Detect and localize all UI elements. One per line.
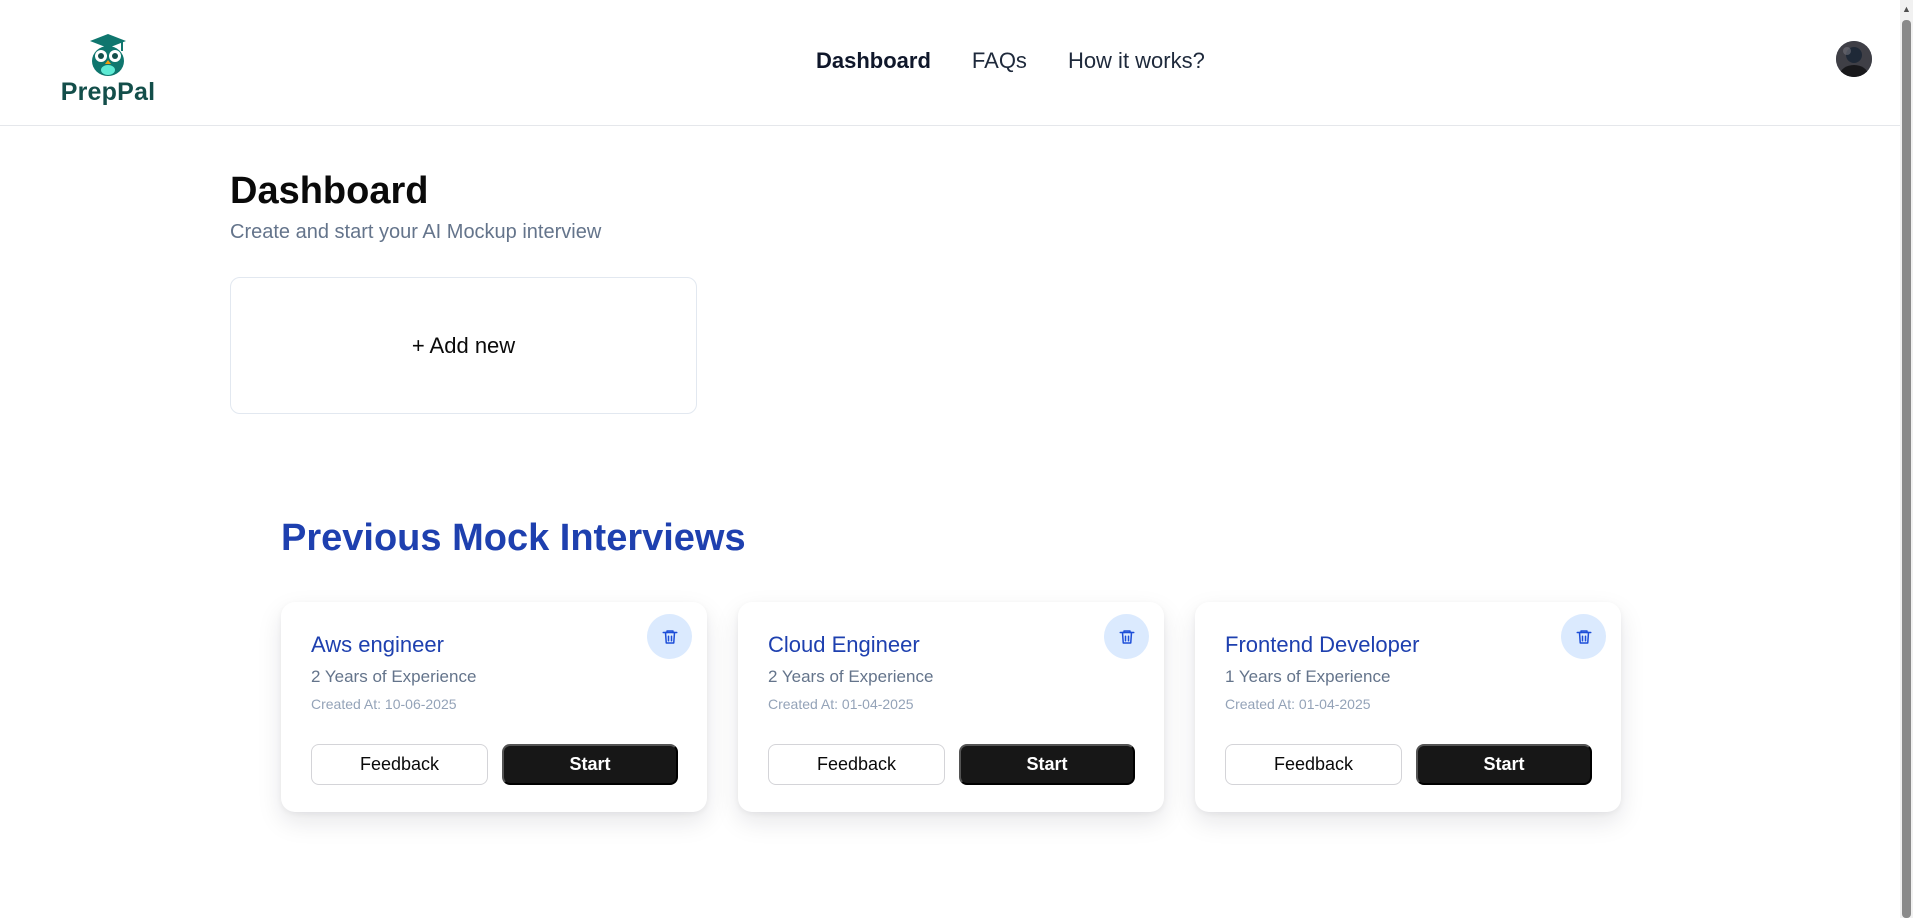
interview-title: Frontend Developer: [1225, 632, 1420, 657]
start-button[interactable]: Start: [502, 744, 678, 785]
scrollbar-thumb[interactable]: [1902, 20, 1911, 918]
nav-how-it-works[interactable]: How it works?: [1068, 48, 1205, 74]
delete-interview-button[interactable]: [1561, 614, 1606, 659]
page-subtitle: Create and start your AI Mockup intervie…: [230, 221, 602, 243]
interview-card: Frontend Developer 1 Years of Experience…: [1195, 602, 1621, 812]
interview-card: Aws engineer 2 Years of Experience Creat…: [281, 602, 707, 812]
start-button[interactable]: Start: [1416, 744, 1592, 785]
scroll-up-arrow-icon[interactable]: ▲: [1900, 2, 1913, 16]
interview-card: Cloud Engineer 2 Years of Experience Cre…: [738, 602, 1164, 812]
trash-icon: [1576, 629, 1591, 644]
feedback-button[interactable]: Feedback: [768, 744, 945, 785]
logo-text: PrepPal: [60, 78, 156, 106]
nav-dashboard[interactable]: Dashboard: [816, 48, 931, 74]
delete-interview-button[interactable]: [647, 614, 692, 659]
interview-experience: 1 Years of Experience: [1225, 667, 1391, 686]
user-avatar[interactable]: [1836, 41, 1872, 77]
interview-created-date: Created At: 10-06-2025: [311, 696, 457, 712]
top-navbar: PrepPal Dashboard FAQs How it works?: [0, 0, 1900, 126]
interview-card-list: Aws engineer 2 Years of Experience Creat…: [281, 602, 1621, 812]
page-title: Dashboard: [230, 170, 429, 212]
vertical-scrollbar[interactable]: ▲: [1900, 0, 1913, 918]
owl-logo-icon: [90, 34, 126, 76]
trash-icon: [1119, 629, 1134, 644]
brand-logo[interactable]: PrepPal: [58, 32, 158, 106]
interview-title: Aws engineer: [311, 632, 444, 657]
interview-created-date: Created At: 01-04-2025: [768, 696, 914, 712]
trash-icon: [662, 629, 677, 644]
add-new-label: + Add new: [411, 332, 516, 358]
nav-faqs[interactable]: FAQs: [972, 48, 1027, 74]
interview-title: Cloud Engineer: [768, 632, 920, 657]
interview-created-date: Created At: 01-04-2025: [1225, 696, 1371, 712]
previous-interviews-title: Previous Mock Interviews: [281, 517, 746, 559]
user-avatar-image: [1836, 41, 1872, 77]
interview-experience: 2 Years of Experience: [311, 667, 477, 686]
feedback-button[interactable]: Feedback: [1225, 744, 1402, 785]
main-nav: Dashboard FAQs How it works?: [816, 48, 1205, 74]
add-new-interview-card[interactable]: + Add new: [230, 277, 697, 414]
viewport: PrepPal Dashboard FAQs How it works? Das…: [0, 0, 1913, 918]
feedback-button[interactable]: Feedback: [311, 744, 488, 785]
interview-experience: 2 Years of Experience: [768, 667, 934, 686]
start-button[interactable]: Start: [959, 744, 1135, 785]
delete-interview-button[interactable]: [1104, 614, 1149, 659]
